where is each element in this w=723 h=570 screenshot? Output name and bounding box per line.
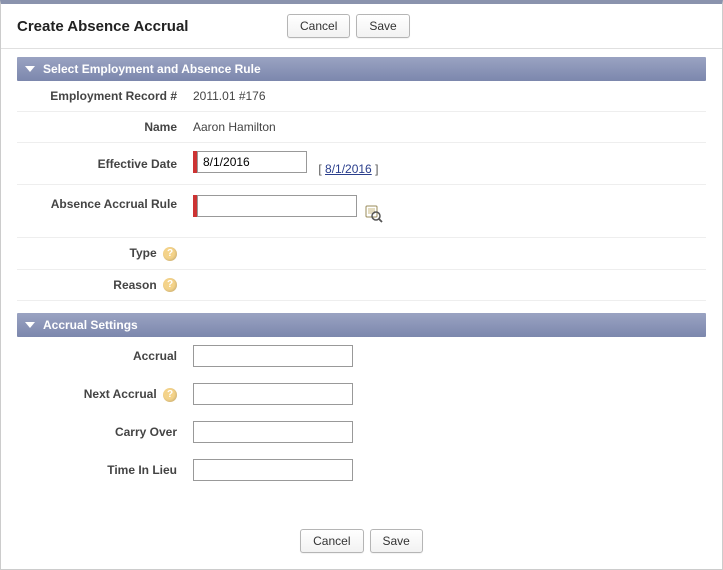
label-employment-record: Employment Record # (17, 81, 187, 112)
row-type: Type ? (17, 237, 706, 269)
row-name: Name Aaron Hamilton (17, 112, 706, 143)
section-header-employment[interactable]: Select Employment and Absence Rule (17, 57, 706, 81)
save-button-bottom[interactable]: Save (370, 529, 423, 553)
effective-date-default-wrap: [ 8/1/2016 ] (318, 162, 378, 176)
help-icon[interactable]: ? (163, 388, 177, 402)
row-accrual: Accrual (17, 337, 706, 375)
row-effective-date: Effective Date [ 8/1/2016 ] (17, 143, 706, 185)
effective-date-default-link[interactable]: 8/1/2016 (325, 162, 372, 176)
value-effective-date-cell: [ 8/1/2016 ] (187, 143, 706, 185)
section-title-employment: Select Employment and Absence Rule (43, 62, 261, 76)
cancel-button-bottom[interactable]: Cancel (300, 529, 363, 553)
collapse-icon (25, 66, 35, 72)
save-button-top[interactable]: Save (356, 14, 409, 38)
label-name: Name (17, 112, 187, 143)
page-container: Create Absence Accrual Cancel Save Selec… (0, 0, 723, 570)
value-next-accrual-cell (187, 375, 706, 413)
help-icon[interactable]: ? (163, 278, 177, 292)
accrual-input[interactable] (193, 345, 353, 367)
lookup-icon[interactable] (365, 205, 383, 223)
value-time-in-lieu-cell (187, 451, 706, 489)
time-in-lieu-input[interactable] (193, 459, 353, 481)
value-reason (187, 269, 706, 301)
value-accrual-cell (187, 337, 706, 375)
carry-over-input[interactable] (193, 421, 353, 443)
label-absence-rule: Absence Accrual Rule (17, 185, 187, 238)
value-carry-over-cell (187, 413, 706, 451)
help-icon[interactable]: ? (163, 247, 177, 261)
label-carry-over: Carry Over (17, 413, 187, 451)
next-accrual-input[interactable] (193, 383, 353, 405)
cancel-button-top[interactable]: Cancel (287, 14, 350, 38)
form-table-employment: Employment Record # 2011.01 #176 Name Aa… (17, 81, 706, 301)
page-title: Create Absence Accrual (17, 18, 287, 35)
row-reason: Reason ? (17, 269, 706, 301)
value-employment-record: 2011.01 #176 (187, 81, 706, 112)
absence-rule-input[interactable] (197, 195, 357, 217)
label-reason: Reason ? (17, 269, 187, 301)
label-effective-date: Effective Date (17, 143, 187, 185)
row-absence-rule: Absence Accrual Rule (17, 185, 706, 238)
value-name: Aaron Hamilton (187, 112, 706, 143)
value-absence-rule-cell (187, 185, 706, 238)
collapse-icon (25, 322, 35, 328)
label-next-accrual-text: Next Accrual (84, 387, 157, 401)
label-reason-text: Reason (113, 278, 156, 292)
label-type-text: Type (130, 246, 157, 260)
row-next-accrual: Next Accrual ? (17, 375, 706, 413)
form-content: Select Employment and Absence Rule Emplo… (1, 49, 722, 517)
value-type (187, 237, 706, 269)
row-employment-record: Employment Record # 2011.01 #176 (17, 81, 706, 112)
row-carry-over: Carry Over (17, 413, 706, 451)
row-time-in-lieu: Time In Lieu (17, 451, 706, 489)
label-time-in-lieu: Time In Lieu (17, 451, 187, 489)
label-type: Type ? (17, 237, 187, 269)
footer-button-bar: Cancel Save (1, 517, 722, 569)
page-header: Create Absence Accrual Cancel Save (1, 4, 722, 49)
label-next-accrual: Next Accrual ? (17, 375, 187, 413)
section-title-accrual: Accrual Settings (43, 318, 138, 332)
label-accrual: Accrual (17, 337, 187, 375)
header-button-group: Cancel Save (287, 14, 410, 38)
section-header-accrual[interactable]: Accrual Settings (17, 313, 706, 337)
effective-date-input[interactable] (197, 151, 307, 173)
form-table-accrual: Accrual Next Accrual ? Carry Over (17, 337, 706, 489)
